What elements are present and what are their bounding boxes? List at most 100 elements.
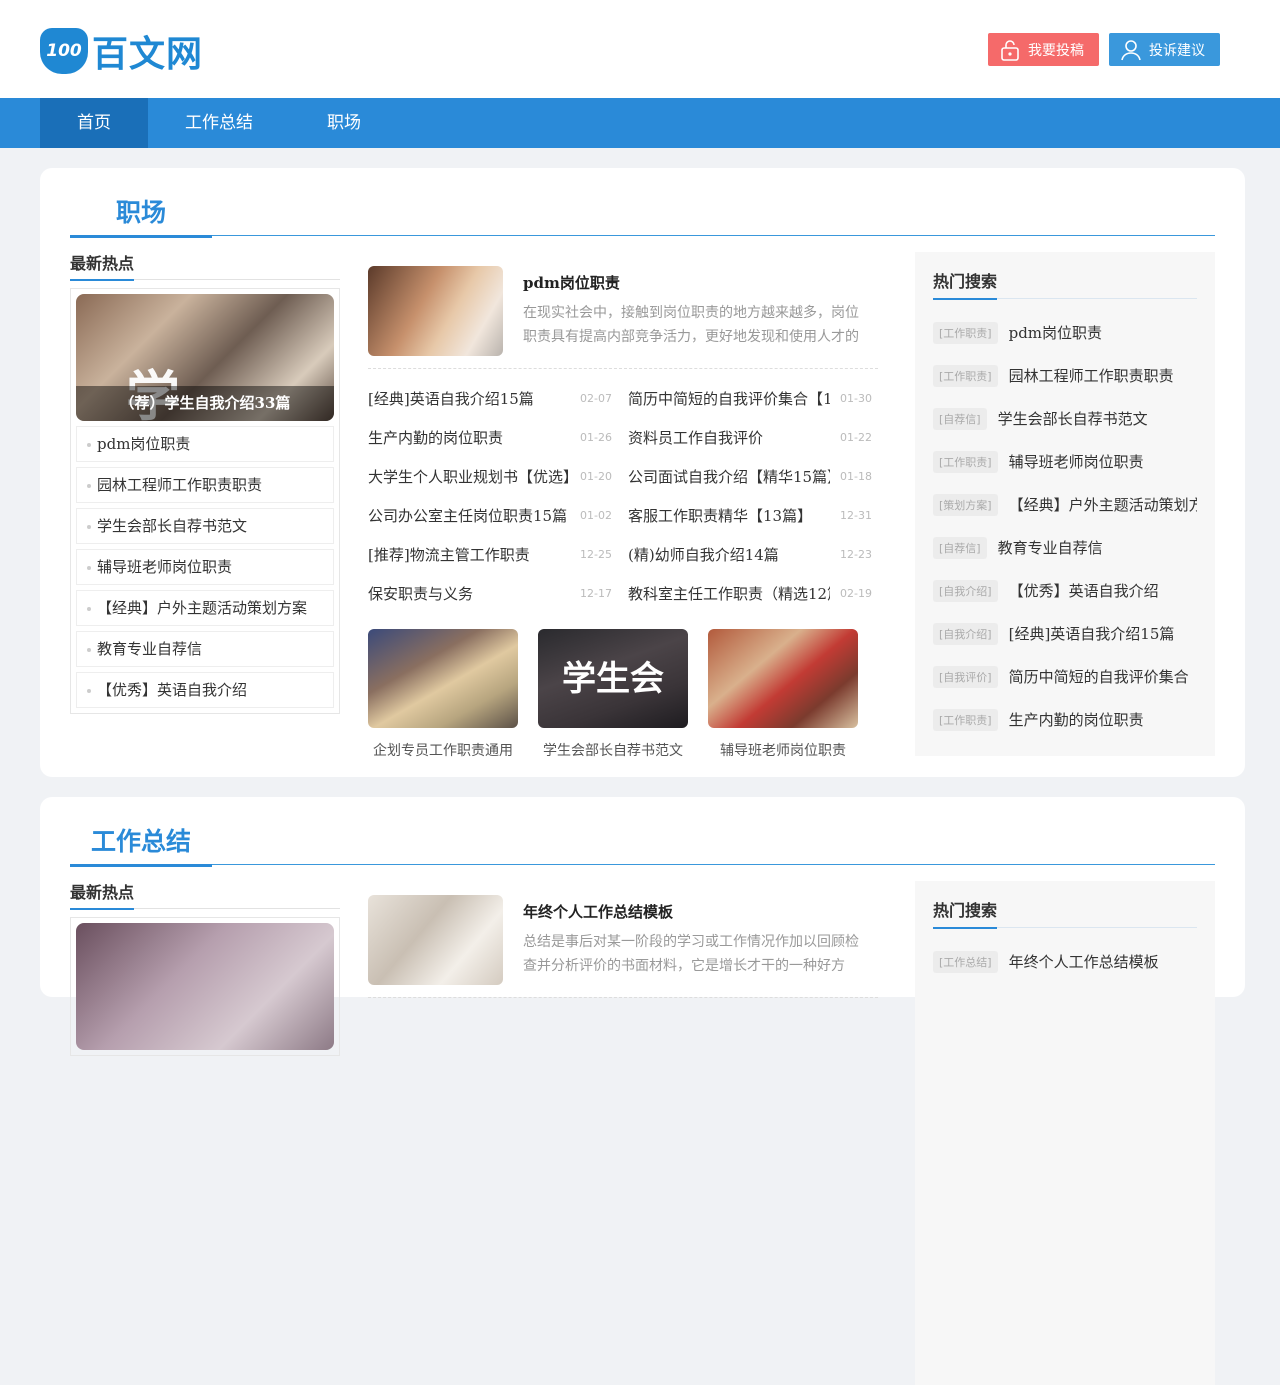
news-title[interactable]: 简历中简短的自我评价集合【15篇】 <box>628 388 830 409</box>
category-tag[interactable]: [工作职责] <box>933 321 998 344</box>
list-item[interactable]: [自荐信] 学生会部长自荐书范文 <box>933 397 1197 440</box>
hot-search-link[interactable]: 【经典】户外主题活动策划方案 <box>1009 494 1197 515</box>
submit-article-label: 我要投稿 <box>1028 42 1084 59</box>
hot-search-link[interactable]: 辅导班老师岗位职责 <box>1009 451 1144 472</box>
news-row[interactable]: 教科室主任工作职责（精选12篇） 02-19 <box>628 574 878 613</box>
complaint-label: 投诉建议 <box>1149 42 1205 59</box>
news-title[interactable]: 资料员工作自我评价 <box>628 427 830 448</box>
hot-search-link[interactable]: 生产内勤的岗位职责 <box>1009 709 1144 730</box>
list-item[interactable]: 【经典】户外主题活动策划方案 <box>76 590 334 626</box>
news-title[interactable]: 客服工作职责精华【13篇】 <box>628 505 830 526</box>
list-item[interactable]: 辅导班老师岗位职责 <box>76 549 334 585</box>
nav-item-work-summary[interactable]: 工作总结 <box>148 98 290 148</box>
news-row[interactable]: [推荐]物流主管工作职责 12-25 <box>368 535 628 574</box>
list-item[interactable]: [工作职责] 园林工程师工作职责职责 <box>933 354 1197 397</box>
list-item[interactable]: [自我介绍] [经典]英语自我介绍15篇 <box>933 612 1197 655</box>
category-tag[interactable]: [自荐信] <box>933 536 987 559</box>
list-item[interactable]: pdm岗位职责 <box>76 426 334 462</box>
featured-image[interactable] <box>368 266 503 356</box>
news-title[interactable]: 公司办公室主任岗位职责15篇 <box>368 505 573 526</box>
category-tag[interactable]: [工作职责] <box>933 708 998 731</box>
thumbnail-card[interactable]: 辅导班老师岗位职责 <box>708 629 858 760</box>
category-tag[interactable]: [工作总结] <box>933 950 998 973</box>
news-title[interactable]: 公司面试自我介绍【精华15篇】 <box>628 466 830 487</box>
hot-box <box>70 917 340 1056</box>
news-row[interactable]: 大学生个人职业规划书【优选】 01-20 <box>368 457 628 496</box>
hot-feature-caption[interactable]: （荐）学生自我介绍33篇 <box>76 386 334 421</box>
thumbnail-card[interactable]: 学生会 学生会部长自荐书范文 <box>538 629 688 760</box>
thumbnail-label[interactable]: 辅导班老师岗位职责 <box>708 740 858 760</box>
list-item[interactable]: [工作职责] pdm岗位职责 <box>933 311 1197 354</box>
list-item[interactable]: [工作职责] 生产内勤的岗位职责 <box>933 698 1197 741</box>
thumbnail-image[interactable] <box>708 629 858 728</box>
list-item[interactable]: [策划方案] 【经典】户外主题活动策划方案 <box>933 483 1197 526</box>
news-row[interactable]: 客服工作职责精华【13篇】 12-31 <box>628 496 878 535</box>
hot-search-link[interactable]: 年终个人工作总结模板 <box>1009 951 1159 972</box>
featured-title[interactable]: 年终个人工作总结模板 <box>523 901 863 922</box>
news-title[interactable]: 生产内勤的岗位职责 <box>368 427 573 448</box>
news-row[interactable]: 生产内勤的岗位职责 01-26 <box>368 418 628 457</box>
category-tag[interactable]: [自荐信] <box>933 407 987 430</box>
hot-search-list: [工作职责] pdm岗位职责 [工作职责] 园林工程师工作职责职责 [自荐信] 学生会… <box>933 311 1197 741</box>
submit-article-button[interactable]: 我要投稿 <box>988 33 1099 66</box>
news-row[interactable]: 公司办公室主任岗位职责15篇 01-02 <box>368 496 628 535</box>
hot-search-link[interactable]: 简历中简短的自我评价集合 <box>1009 666 1189 687</box>
nav-item-workplace[interactable]: 职场 <box>290 98 398 148</box>
hot-search-panel: 热门搜索 [工作总结] 年终个人工作总结模板 <box>915 881 1215 1385</box>
list-item[interactable]: [自我评价] 简历中简短的自我评价集合 <box>933 655 1197 698</box>
news-title[interactable]: 保安职责与义务 <box>368 583 573 604</box>
news-date: 12-23 <box>840 548 872 561</box>
latest-hot-heading: 最新热点 <box>70 879 340 910</box>
hot-search-link[interactable]: pdm岗位职责 <box>1009 322 1102 343</box>
news-row[interactable]: 公司面试自我介绍【精华15篇】 01-18 <box>628 457 878 496</box>
list-item[interactable]: 园林工程师工作职责职责 <box>76 467 334 503</box>
list-item[interactable]: 【优秀】英语自我介绍 <box>76 672 334 708</box>
list-item[interactable]: [自我介绍] 【优秀】英语自我介绍 <box>933 569 1197 612</box>
section-title[interactable]: 职场 <box>70 175 212 238</box>
news-row[interactable]: (精)幼师自我介绍14篇 12-23 <box>628 535 878 574</box>
category-tag[interactable]: [自我评价] <box>933 665 998 688</box>
featured-title[interactable]: pdm岗位职责 <box>523 272 863 293</box>
section-work-summary: 工作总结 最新热点 年终个人工作总结模板 总结是事后对某一阶段的学习或工作情况作… <box>40 797 1245 1385</box>
section-title[interactable]: 工作总结 <box>70 804 212 867</box>
site-logo[interactable]: 100 百文网 <box>40 25 203 77</box>
category-tag[interactable]: [工作职责] <box>933 450 998 473</box>
latest-hot-heading: 最新热点 <box>70 250 340 281</box>
complaint-button[interactable]: 投诉建议 <box>1109 33 1220 66</box>
thumbnail-label[interactable]: 企划专员工作职责通用 <box>368 740 518 760</box>
category-tag[interactable]: [工作职责] <box>933 364 998 387</box>
thumbnail-label[interactable]: 学生会部长自荐书范文 <box>538 740 688 760</box>
news-title[interactable]: 教科室主任工作职责（精选12篇） <box>628 583 830 604</box>
thumbnail-card[interactable]: 企划专员工作职责通用 <box>368 629 518 760</box>
thumbnail-image[interactable] <box>368 629 518 728</box>
news-title[interactable]: 大学生个人职业规划书【优选】 <box>368 466 573 487</box>
news-row[interactable]: 简历中简短的自我评价集合【15篇】 01-30 <box>628 379 878 418</box>
news-row[interactable]: 保安职责与义务 12-17 <box>368 574 628 613</box>
list-item[interactable]: [工作总结] 年终个人工作总结模板 <box>933 940 1197 983</box>
news-date: 01-20 <box>580 470 612 483</box>
hot-search-link[interactable]: 园林工程师工作职责职责 <box>1009 365 1174 386</box>
news-list: [经典]英语自我介绍15篇 02-07 简历中简短的自我评价集合【15篇】 01-3… <box>368 379 878 613</box>
hot-search-link[interactable]: 学生会部长自荐书范文 <box>998 408 1148 429</box>
news-title[interactable]: [推荐]物流主管工作职责 <box>368 544 573 565</box>
featured-image[interactable] <box>368 895 503 985</box>
news-row[interactable]: [经典]英语自我介绍15篇 02-07 <box>368 379 628 418</box>
list-item[interactable]: [工作职责] 辅导班老师岗位职责 <box>933 440 1197 483</box>
news-row[interactable]: 资料员工作自我评价 01-22 <box>628 418 878 457</box>
list-item[interactable]: [自荐信] 教育专业自荐信 <box>933 526 1197 569</box>
thumbnail-image[interactable]: 学生会 <box>538 629 688 728</box>
category-tag[interactable]: [自我介绍] <box>933 622 998 645</box>
hot-feature-image[interactable]: 学 生 （荐）学生自我介绍33篇 <box>76 294 334 421</box>
category-tag[interactable]: [策划方案] <box>933 493 998 516</box>
hot-search-link[interactable]: [经典]英语自我介绍15篇 <box>1009 623 1175 644</box>
category-tag[interactable]: [自我介绍] <box>933 579 998 602</box>
list-item[interactable]: 学生会部长自荐书范文 <box>76 508 334 544</box>
latest-hot-panel: 最新热点 学 生 （荐）学生自我介绍33篇 pdm岗位职责 园林工程师工作职责职… <box>70 250 340 714</box>
hot-search-link[interactable]: 教育专业自荐信 <box>998 537 1103 558</box>
hot-search-link[interactable]: 【优秀】英语自我介绍 <box>1009 580 1159 601</box>
nav-item-home[interactable]: 首页 <box>40 98 148 148</box>
hot-feature-image[interactable] <box>76 923 334 1050</box>
news-title[interactable]: (精)幼师自我介绍14篇 <box>628 544 830 565</box>
list-item[interactable]: 教育专业自荐信 <box>76 631 334 667</box>
news-title[interactable]: [经典]英语自我介绍15篇 <box>368 388 573 409</box>
